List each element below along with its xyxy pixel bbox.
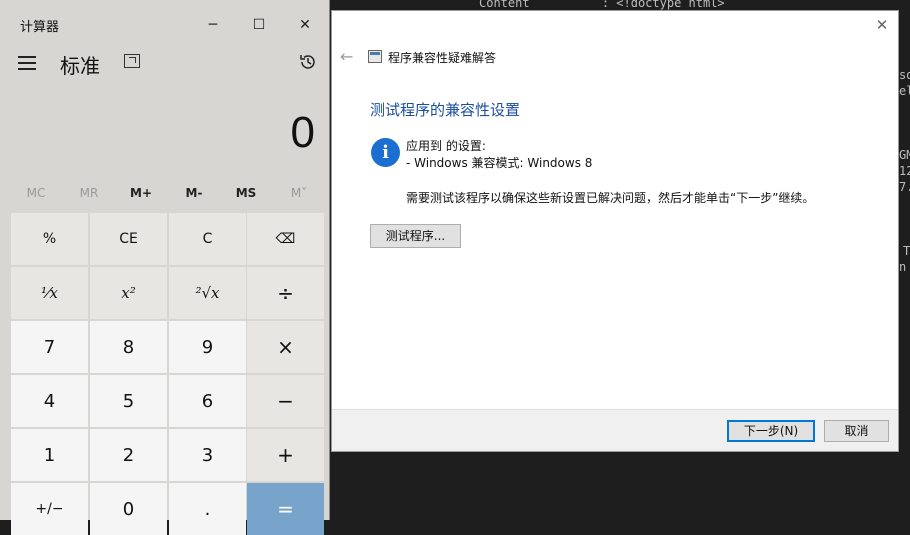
applied-settings-value: - Windows 兼容模式: Windows 8: [406, 156, 593, 170]
dialog-heading: 测试程序的兼容性设置: [370, 101, 521, 119]
compatibility-dialog: ✕ ← 程序兼容性疑难解答 测试程序的兼容性设置 i 应用到 的设置: - Wi…: [331, 10, 899, 452]
terminal-line: GM: [899, 148, 910, 162]
terminal-line: sd: [899, 68, 910, 82]
digit-9-button[interactable]: 9: [169, 321, 246, 373]
memory-recall-button[interactable]: MR: [63, 186, 115, 200]
decimal-button[interactable]: .: [169, 483, 246, 535]
memory-subtract-button[interactable]: M-: [168, 186, 220, 200]
calculator-display: 0: [290, 108, 315, 157]
cancel-button[interactable]: 取消: [824, 420, 889, 442]
instructions-text: 需要测试该程序以确保这些新设置已解决问题，然后才能单击“下一步”继续。: [406, 191, 815, 205]
dialog-footer: 下一步(N) 取消: [332, 409, 898, 451]
backspace-button[interactable]: ⌫: [247, 213, 324, 265]
terminal-line: 12: [899, 164, 910, 178]
terminal-line: el: [899, 84, 910, 98]
subtract-button[interactable]: −: [247, 375, 324, 427]
dialog-app-title: 程序兼容性疑难解答: [388, 51, 497, 65]
maximize-button[interactable]: ☐: [244, 10, 274, 40]
digit-6-button[interactable]: 6: [169, 375, 246, 427]
digit-2-button[interactable]: 2: [90, 429, 167, 481]
percent-button[interactable]: %: [11, 213, 88, 265]
memory-clear-button[interactable]: MC: [10, 186, 62, 200]
dialog-close-button[interactable]: ✕: [872, 15, 892, 35]
negate-button[interactable]: +/−: [11, 483, 88, 535]
digit-0-button[interactable]: 0: [90, 483, 167, 535]
calculator-header: 标准: [0, 46, 330, 82]
memory-list-button[interactable]: M˅: [273, 186, 325, 200]
mode-title: 标准: [60, 54, 100, 78]
keep-on-top-icon[interactable]: [124, 54, 140, 68]
digit-8-button[interactable]: 8: [90, 321, 167, 373]
digit-7-button[interactable]: 7: [11, 321, 88, 373]
digit-3-button[interactable]: 3: [169, 429, 246, 481]
calculator-titlebar[interactable]: 计算器 ─ ☐ ✕: [0, 0, 330, 48]
history-icon[interactable]: [298, 52, 318, 72]
memory-store-button[interactable]: MS: [220, 186, 272, 200]
square-root-button[interactable]: ²√x: [169, 267, 246, 319]
add-button[interactable]: +: [247, 429, 324, 481]
next-button[interactable]: 下一步(N): [727, 420, 815, 442]
multiply-button[interactable]: ×: [247, 321, 324, 373]
square-button[interactable]: x²: [90, 267, 167, 319]
calculator-title: 计算器: [20, 20, 60, 35]
calculator-window: 计算器 ─ ☐ ✕ 标准 0 MC MR M+ M- MS M˅ % CE C …: [0, 0, 330, 535]
memory-row: MC MR M+ M- MS M˅: [10, 186, 326, 208]
terminal-line: 7.: [899, 180, 910, 194]
applied-settings-label: 应用到 的设置:: [406, 139, 486, 153]
reciprocal-button[interactable]: ¹⁄x: [11, 267, 88, 319]
terminal-line: n: [899, 260, 907, 274]
info-icon: i: [371, 138, 400, 167]
clear-entry-button[interactable]: CE: [90, 213, 167, 265]
minimize-button[interactable]: ─: [198, 10, 228, 40]
digit-4-button[interactable]: 4: [11, 375, 88, 427]
equals-button[interactable]: =: [247, 483, 324, 535]
close-button[interactable]: ✕: [290, 10, 320, 40]
test-program-button[interactable]: 测试程序...: [370, 224, 461, 248]
back-arrow-icon[interactable]: ←: [340, 47, 353, 66]
memory-add-button[interactable]: M+: [115, 186, 167, 200]
terminal-line: Content : <!doctype html>: [479, 0, 725, 10]
digit-5-button[interactable]: 5: [90, 375, 167, 427]
menu-icon[interactable]: [18, 56, 36, 70]
divide-button[interactable]: ÷: [247, 267, 324, 319]
terminal-line: T: [903, 244, 910, 258]
digit-1-button[interactable]: 1: [11, 429, 88, 481]
clear-button[interactable]: C: [169, 213, 246, 265]
troubleshooter-icon: [368, 50, 382, 63]
